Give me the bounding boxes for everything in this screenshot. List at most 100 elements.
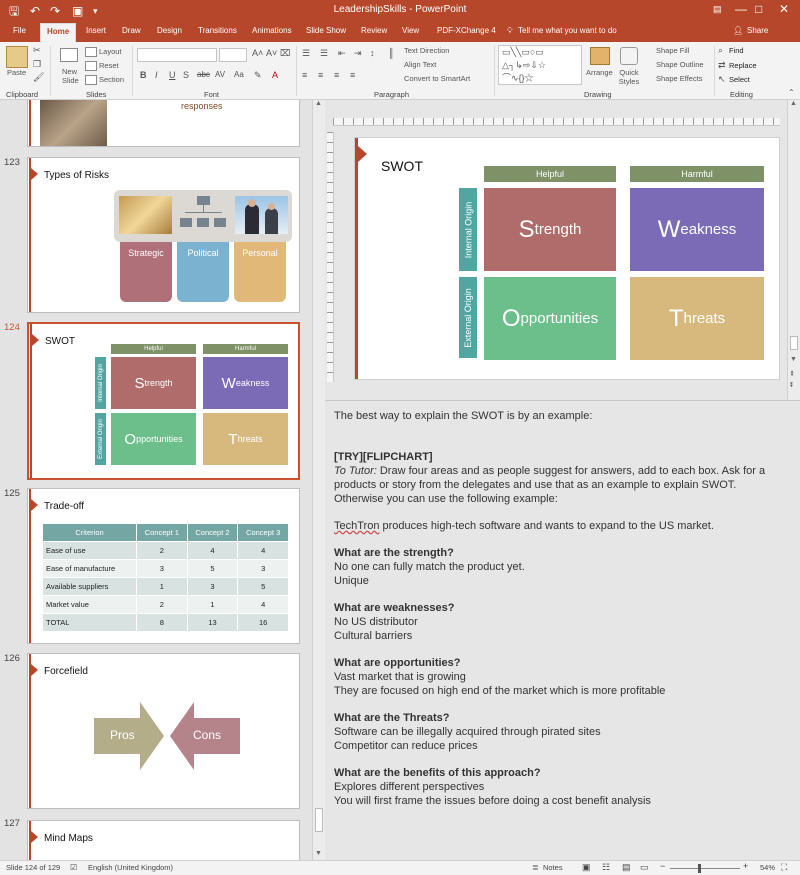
align-text-button[interactable]: Align Text	[404, 60, 436, 69]
tab-transitions[interactable]: Transitions	[198, 26, 237, 35]
external-origin-label[interactable]: External Origin	[459, 277, 477, 358]
font-size-input[interactable]	[219, 48, 247, 62]
scroll-up-icon[interactable]: ▲	[790, 100, 797, 107]
slide-thumbnail-127[interactable]: Mind Maps	[27, 820, 300, 860]
underline-button[interactable]: U	[169, 70, 176, 80]
columns-icon[interactable]: ║	[388, 48, 394, 58]
tab-view[interactable]: View	[402, 26, 419, 35]
italic-button[interactable]: I	[155, 70, 158, 80]
ribbon-display-icon[interactable]: ▤	[713, 4, 722, 15]
reading-view-icon[interactable]: ▤	[622, 862, 631, 873]
tab-home[interactable]: Home	[40, 23, 77, 42]
reset-button[interactable]: Reset	[99, 61, 119, 70]
quadrant-strength[interactable]: Strength	[484, 188, 616, 271]
clear-format-icon[interactable]: ⌧	[280, 48, 290, 59]
change-case-button[interactable]: Aa	[234, 70, 244, 79]
tab-review[interactable]: Review	[361, 26, 387, 35]
convert-smartart-button[interactable]: Convert to SmartArt	[404, 74, 470, 83]
decrease-font-icon[interactable]: A˅	[266, 48, 277, 58]
zoom-out-icon[interactable]: −	[660, 861, 665, 871]
normal-view-icon[interactable]: ▣	[582, 862, 591, 873]
paste-button[interactable]: Paste	[7, 68, 26, 77]
notes-pane[interactable]: The best way to explain the SWOT is by a…	[325, 400, 800, 860]
arrange-icon[interactable]	[590, 47, 610, 65]
collapse-ribbon-icon[interactable]: ⌃	[788, 88, 795, 97]
strikethrough-button[interactable]: abc	[197, 70, 210, 79]
fit-slide-icon[interactable]: ⛶	[781, 862, 787, 873]
quick-styles-icon[interactable]	[620, 47, 638, 65]
indent-increase-icon[interactable]: ⇥	[354, 48, 362, 59]
bullets-icon[interactable]: ☰	[302, 48, 310, 59]
indent-decrease-icon[interactable]: ⇤	[338, 48, 346, 59]
shapes-gallery[interactable]: ▭╲╲▭○▭ △┐↳⇨⇩☆ ⌒∿{}☆	[498, 45, 582, 85]
tab-design[interactable]: Design	[157, 26, 182, 35]
shape-fill-button[interactable]: Shape Fill	[656, 46, 689, 55]
line-spacing-icon[interactable]: ↕	[370, 48, 375, 58]
spellcheck-icon[interactable]: ☑	[70, 863, 77, 872]
tab-file[interactable]: File	[13, 26, 26, 35]
tab-insert[interactable]: Insert	[86, 26, 106, 35]
arrange-button[interactable]: Arrange	[586, 68, 613, 77]
scroll-thumb[interactable]	[315, 808, 323, 832]
new-slide-button[interactable]: New Slide	[62, 67, 82, 85]
numbering-icon[interactable]: ☰	[320, 48, 328, 59]
tab-slide-show[interactable]: Slide Show	[306, 26, 346, 35]
increase-font-icon[interactable]: A˄	[252, 48, 263, 58]
internal-origin-label[interactable]: Internal Origin	[459, 188, 477, 271]
scroll-down-icon[interactable]: ▼	[790, 356, 797, 363]
scroll-thumb[interactable]	[790, 336, 798, 350]
zoom-in-icon[interactable]: +	[743, 861, 748, 871]
close-button[interactable]: ✕	[779, 2, 789, 16]
font-name-input[interactable]	[137, 48, 217, 62]
layout-button[interactable]: Layout	[99, 47, 122, 56]
char-spacing-button[interactable]: AV	[215, 70, 225, 79]
scroll-down-icon[interactable]: ▼	[315, 850, 322, 857]
thumbnail-scrollbar[interactable]: ▲ ▼	[312, 100, 325, 860]
zoom-slider[interactable]	[670, 868, 740, 869]
tab-pdf-xchange[interactable]: PDF-XChange 4	[437, 26, 496, 35]
main-slide-canvas[interactable]: SWOT Helpful Harmful Internal Origin Ext…	[354, 137, 780, 380]
align-right-icon[interactable]: ≡	[334, 70, 339, 80]
copy-icon[interactable]: ❐	[33, 59, 41, 70]
justify-icon[interactable]: ≡	[350, 70, 355, 80]
cut-icon[interactable]: ✂	[33, 45, 41, 56]
quick-styles-button[interactable]: Quick Styles	[617, 68, 641, 86]
slide-thumbnail-125[interactable]: Trade-off Criterion Concept 1 Concept 2 …	[27, 488, 300, 644]
tell-me-box[interactable]: Tell me what you want to do	[518, 26, 617, 35]
new-slide-icon[interactable]	[60, 48, 78, 62]
notes-toggle-button[interactable]: Notes	[543, 863, 563, 872]
slide-thumbnail-123[interactable]: Types of Risks Strategic Political Perso…	[27, 157, 300, 313]
slideshow-view-icon[interactable]: ▭	[640, 862, 649, 873]
slide-sorter-icon[interactable]: ☷	[602, 862, 610, 873]
slide-thumbnail-126[interactable]: Forcefield Pros Cons	[27, 653, 300, 809]
zoom-level[interactable]: 54%	[760, 863, 775, 872]
align-left-icon[interactable]: ≡	[302, 70, 307, 80]
harmful-header[interactable]: Harmful	[630, 166, 764, 182]
quadrant-threats[interactable]: Threats	[630, 277, 764, 360]
bold-button[interactable]: B	[140, 70, 147, 80]
slide-thumbnail-124[interactable]: SWOT Helpful Harmful Internal Origin Ext…	[27, 322, 300, 480]
highlight-icon[interactable]: ✎	[254, 70, 262, 81]
paste-icon[interactable]	[6, 46, 28, 68]
section-button[interactable]: Section	[99, 75, 124, 84]
shape-effects-button[interactable]: Shape Effects	[656, 74, 703, 83]
next-slide-icon[interactable]: ⏬︎	[790, 382, 794, 390]
text-direction-button[interactable]: Text Direction	[404, 46, 449, 55]
slide-thumbnail-122[interactable]: responses	[27, 100, 300, 147]
share-button[interactable]: Share	[747, 26, 768, 35]
main-slide-title[interactable]: SWOT	[381, 158, 423, 174]
previous-slide-icon[interactable]: ⏫︎	[790, 370, 794, 378]
tab-draw[interactable]: Draw	[122, 26, 141, 35]
find-button[interactable]: Find	[729, 46, 744, 55]
editor-scrollbar[interactable]: ▲ ▼ ⏫︎ ⏬︎	[787, 100, 800, 400]
font-color-icon[interactable]: A	[272, 70, 278, 80]
format-painter-icon[interactable]: 🖌︎	[33, 72, 44, 83]
minimize-button[interactable]: —	[735, 2, 747, 16]
quadrant-weakness[interactable]: Weakness	[630, 188, 764, 271]
tab-animations[interactable]: Animations	[252, 26, 292, 35]
shape-outline-button[interactable]: Shape Outline	[656, 60, 704, 69]
helpful-header[interactable]: Helpful	[484, 166, 616, 182]
slide-counter[interactable]: Slide 124 of 129	[6, 863, 60, 872]
replace-button[interactable]: Replace	[729, 61, 757, 70]
maximize-button[interactable]: □	[755, 2, 762, 16]
